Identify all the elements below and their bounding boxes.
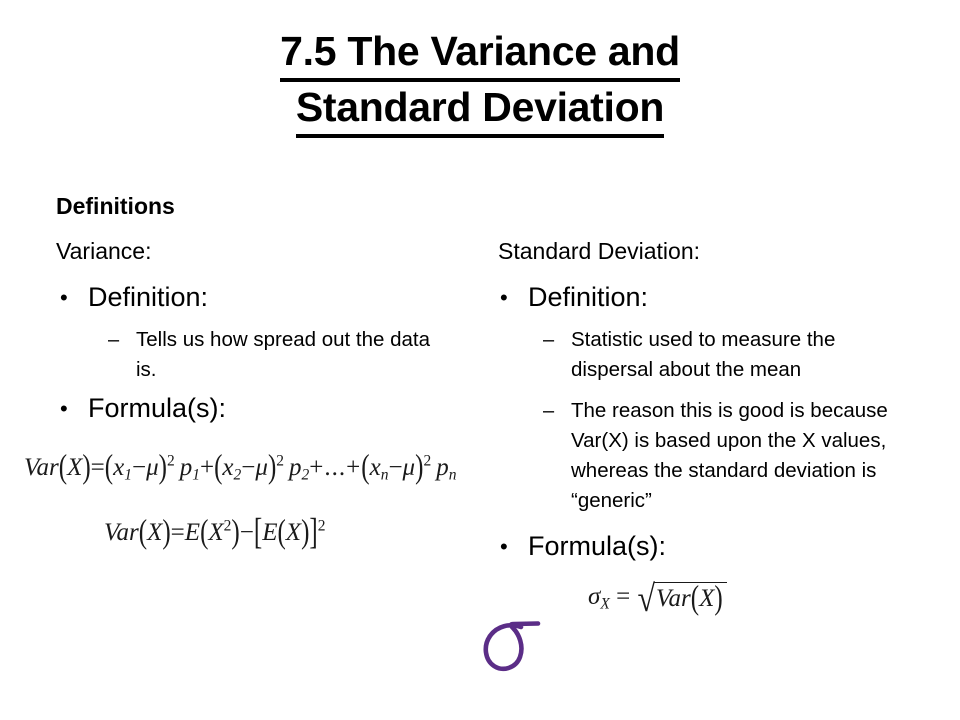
section-label-definitions: Definitions [56,193,175,219]
left-subbullet-spread-text: Tells us how spread out the data is. [136,328,431,381]
title-line-1: 7.5 The Variance and [0,26,960,82]
right-bullet-definition: • Definition: [500,281,648,314]
standard-deviation-formula-body: σX = √Var(X) [588,580,727,618]
page-title: 7.5 The Variance and Standard Deviation [0,26,960,138]
bullet-dot-icon: • [500,534,508,559]
right-column-heading: Standard Deviation: [498,238,701,264]
left-bullet-formulas-label: Formula(s): [88,393,227,423]
left-column-heading: Variance: [56,238,152,264]
variance-formula-expanded: Var(X)=(x1−μ)2 p1+(x2−μ)2 p2+...+(xn−μ)2… [24,448,457,486]
bullet-dot-icon: • [500,285,508,310]
right-subbullet-reason: – The reason this is good is because Var… [543,396,911,516]
right-subbullet-statistic: – Statistic used to measure the dispersa… [543,325,911,385]
slide-canvas: 7.5 The Variance and Standard Deviation … [0,0,960,720]
right-bullet-definition-label: Definition: [528,282,649,312]
title-line-1-text: 7.5 The Variance and [280,26,680,82]
dash-icon: – [108,329,120,351]
handwritten-sigma-annotation [476,614,548,680]
right-subbullet-statistic-text: Statistic used to measure the dispersal … [571,328,836,381]
title-line-2: Standard Deviation [0,82,960,138]
sigma-icon [483,621,541,671]
dash-icon: – [543,329,555,351]
left-bullet-definition-label: Definition: [88,282,209,312]
left-bullet-formulas: • Formula(s): [60,392,226,425]
right-bullet-formulas-label: Formula(s): [528,531,667,561]
bullet-dot-icon: • [60,285,68,310]
standard-deviation-formula: σX = √Var(X) [588,580,727,618]
right-subbullet-reason-text: The reason this is good is because Var(X… [571,399,888,512]
dash-icon: – [543,400,555,422]
title-line-2-text: Standard Deviation [295,82,664,138]
bullet-dot-icon: • [60,396,68,421]
variance-formula-expanded-body: Var(X)=(x1−μ)2 p1+(x2−μ)2 p2+...+(xn−μ)2… [24,448,457,486]
left-subbullet-spread: – Tells us how spread out the data is. [108,325,436,385]
right-bullet-formulas: • Formula(s): [500,530,666,563]
variance-formula-expectation: Var(X)=E(X2)−[E(X)]2 [104,511,326,553]
variance-formula-expectation-body: Var(X)=E(X2)−[E(X)]2 [104,511,326,553]
left-bullet-definition: • Definition: [60,281,208,314]
